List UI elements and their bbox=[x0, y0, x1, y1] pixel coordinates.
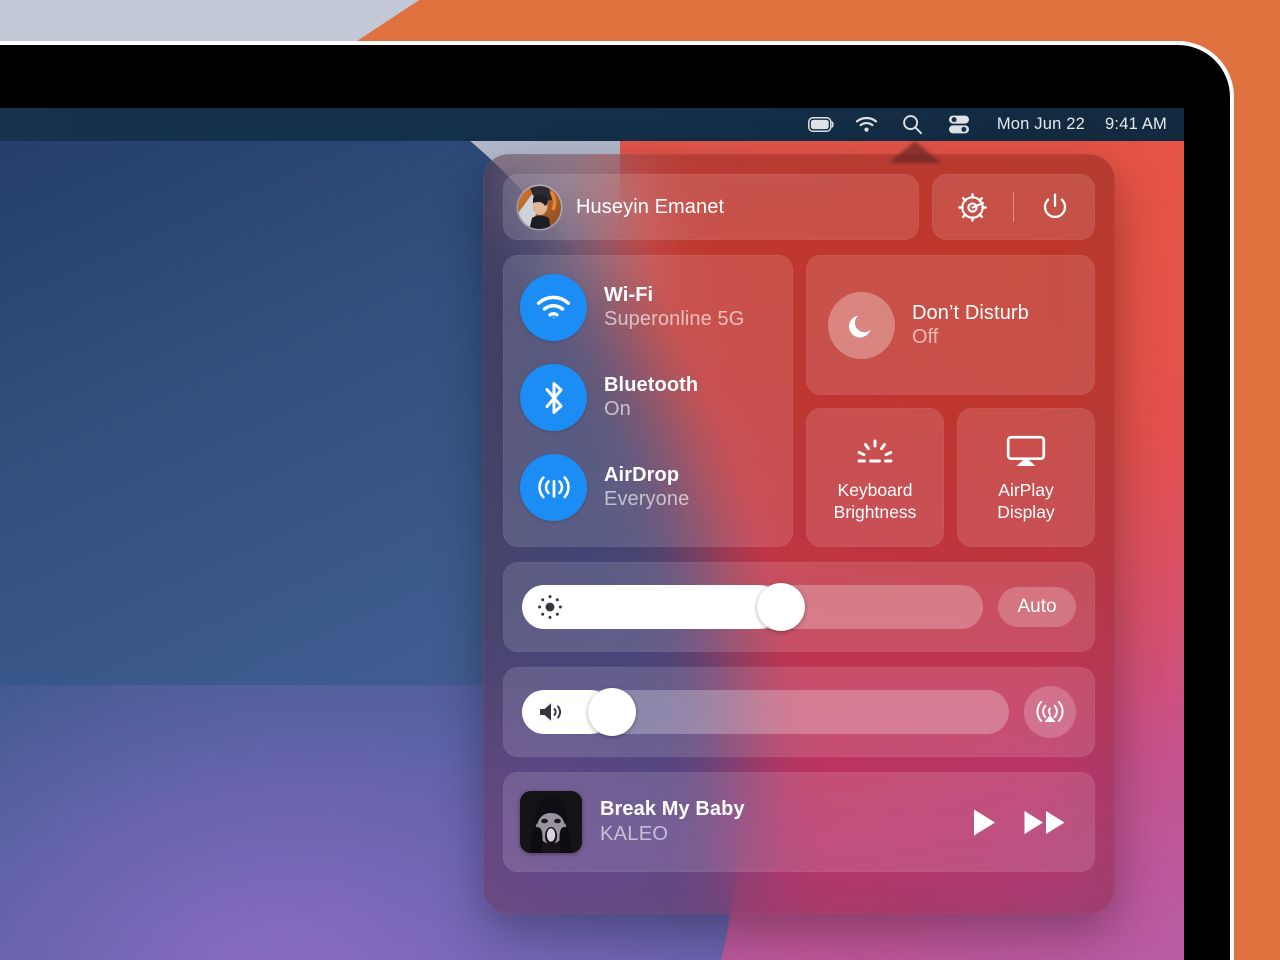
now-playing-controls bbox=[972, 808, 1073, 837]
volume-slider[interactable] bbox=[522, 688, 1009, 736]
wifi-label: Wi-Fi bbox=[604, 284, 654, 306]
screen: Mon Jun 22 9:41 AM Huseyin Emanet Wi-Fi … bbox=[0, 108, 1184, 960]
menubar-date[interactable]: Mon Jun 22 bbox=[994, 115, 1088, 134]
user-tile[interactable]: Huseyin Emanet bbox=[503, 174, 919, 240]
display-brightness-slider[interactable] bbox=[522, 583, 983, 631]
speaker-icon bbox=[537, 700, 565, 724]
do-not-disturb-status: Off bbox=[912, 325, 939, 348]
wifi-toggle[interactable] bbox=[520, 274, 587, 341]
fast-forward-icon[interactable] bbox=[1023, 808, 1067, 837]
airplay-display-tile[interactable]: AirPlay Display bbox=[957, 408, 1095, 547]
do-not-disturb-tile[interactable]: Don’t Disturb Off bbox=[806, 255, 1095, 395]
wifi-status: Superonline 5G bbox=[604, 308, 745, 330]
moon-icon bbox=[828, 291, 895, 359]
airplay-display-label: AirPlay Display bbox=[997, 480, 1054, 523]
actions-tile bbox=[932, 174, 1095, 240]
bluetooth-label: Bluetooth bbox=[604, 374, 699, 396]
kb-line-2: Brightness bbox=[833, 501, 917, 522]
bluetooth-status: On bbox=[604, 398, 631, 420]
airplay-audio-icon[interactable] bbox=[1024, 686, 1076, 738]
auto-brightness-button[interactable]: Auto bbox=[998, 587, 1076, 627]
search-icon[interactable] bbox=[890, 108, 936, 141]
power-icon[interactable] bbox=[1032, 184, 1078, 230]
scene: Mon Jun 22 9:41 AM Huseyin Emanet Wi-Fi … bbox=[0, 0, 1280, 960]
control-center-panel: Huseyin Emanet Wi-Fi Superonline 5G Blue… bbox=[483, 154, 1115, 914]
airdrop-status: Everyone bbox=[604, 488, 690, 510]
airplay-display-icon bbox=[1006, 432, 1046, 468]
now-playing-title: Break My Baby bbox=[600, 798, 745, 820]
right-column: Don’t Disturb Off Keyboard Brightness Ai… bbox=[806, 255, 1095, 547]
keyboard-brightness-label: Keyboard Brightness bbox=[834, 480, 917, 523]
now-playing-tile: Break My Baby KALEO bbox=[503, 772, 1095, 872]
keyboard-brightness-icon bbox=[855, 432, 895, 468]
control-center-pointer bbox=[884, 141, 946, 163]
connectivity-item-airdrop[interactable]: AirDrop Everyone bbox=[520, 454, 793, 521]
battery-icon[interactable] bbox=[798, 108, 844, 141]
menubar-time[interactable]: 9:41 AM bbox=[1102, 115, 1170, 134]
small-tiles-row: Keyboard Brightness AirPlay Display bbox=[806, 408, 1095, 547]
volume-row bbox=[503, 667, 1095, 757]
user-name: Huseyin Emanet bbox=[576, 195, 725, 218]
keyboard-brightness-tile[interactable]: Keyboard Brightness bbox=[806, 408, 944, 547]
do-not-disturb-label: Don’t Disturb bbox=[912, 301, 1029, 324]
connectivity-item-bluetooth[interactable]: Bluetooth On bbox=[520, 364, 793, 431]
connectivity-tile: Wi-Fi Superonline 5G Bluetooth On AirDro… bbox=[503, 255, 793, 547]
menu-bar: Mon Jun 22 9:41 AM bbox=[0, 108, 1184, 141]
control-center-icon[interactable] bbox=[936, 108, 982, 141]
airdrop-toggle[interactable] bbox=[520, 454, 587, 521]
user-row: Huseyin Emanet bbox=[503, 174, 1095, 240]
connectivity-item-wifi[interactable]: Wi-Fi Superonline 5G bbox=[520, 274, 793, 341]
ap-line-2: Display bbox=[997, 501, 1055, 522]
play-icon[interactable] bbox=[972, 808, 997, 837]
volume-knob[interactable] bbox=[587, 688, 636, 736]
bluetooth-toggle[interactable] bbox=[520, 364, 587, 431]
actions-divider bbox=[1013, 192, 1014, 222]
laptop-bezel: Mon Jun 22 9:41 AM Huseyin Emanet Wi-Fi … bbox=[0, 45, 1230, 960]
wifi-icon[interactable] bbox=[844, 108, 890, 141]
user-avatar bbox=[518, 185, 561, 229]
ap-line-1: AirPlay bbox=[998, 480, 1054, 501]
kb-line-1: Keyboard bbox=[837, 480, 913, 501]
brightness-icon bbox=[537, 594, 563, 620]
now-playing-text: Break My Baby KALEO bbox=[600, 798, 954, 846]
now-playing-artist: KALEO bbox=[600, 823, 669, 845]
display-brightness-knob[interactable] bbox=[757, 583, 806, 631]
main-row: Wi-Fi Superonline 5G Bluetooth On AirDro… bbox=[503, 255, 1095, 547]
display-brightness-row: Auto bbox=[503, 562, 1095, 652]
album-artwork bbox=[520, 791, 582, 853]
gear-icon[interactable] bbox=[950, 184, 996, 230]
airdrop-label: AirDrop bbox=[604, 464, 680, 486]
